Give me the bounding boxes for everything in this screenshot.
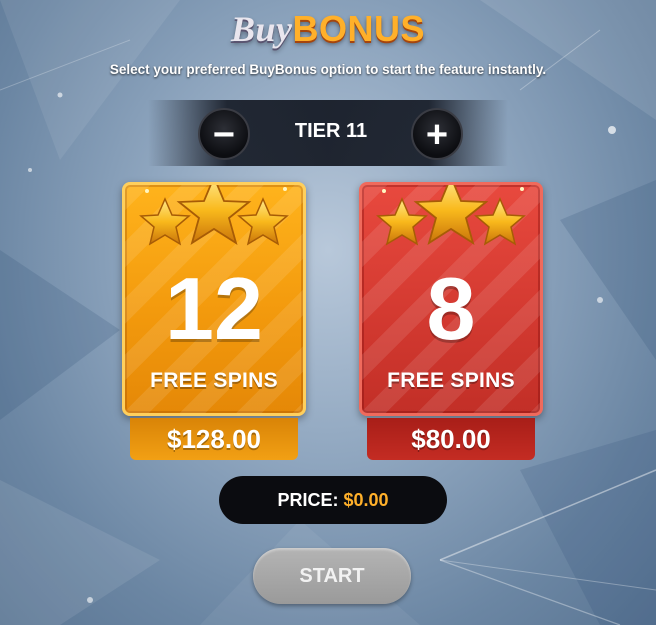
bonus-option-card-8-spins[interactable]: 8 FREE SPINS — [359, 182, 543, 416]
free-spins-count: 12 — [165, 259, 263, 358]
bonus-option-card-12-spins[interactable]: 12 FREE SPINS — [122, 182, 306, 416]
instructions-text: Select your preferred BuyBonus option to… — [109, 62, 547, 77]
three-stars-icon — [139, 185, 289, 246]
free-spins-count: 8 — [426, 259, 476, 358]
tier-decrease-button[interactable]: − — [198, 108, 250, 160]
bonus-option-price-128[interactable]: $128.00 — [130, 418, 298, 460]
title-buy: Buy — [230, 9, 293, 49]
tier-increase-button[interactable]: + — [411, 108, 463, 160]
start-button[interactable]: START — [253, 548, 411, 604]
free-spins-label: FREE SPINS — [150, 369, 278, 392]
free-spins-label: FREE SPINS — [387, 369, 515, 392]
tier-label: TIER 11 — [294, 120, 368, 142]
bonus-option-price-80[interactable]: $80.00 — [367, 418, 535, 460]
price-value: $0.00 — [343, 490, 389, 510]
ice-shard-background — [0, 0, 656, 625]
three-stars-icon — [376, 185, 526, 246]
buy-bonus-title: BuyBONUS — [0, 8, 656, 50]
price-label: PRICE: — [277, 490, 339, 510]
title-bonus: BONUS — [292, 8, 426, 49]
total-price-display: PRICE: $0.00 — [219, 476, 447, 524]
